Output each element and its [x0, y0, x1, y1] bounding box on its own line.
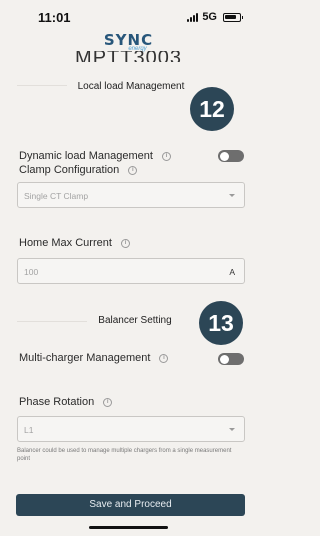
- balancer-helper-text: Balancer could be used to manage multipl…: [17, 448, 232, 462]
- home-max-placeholder: 100: [24, 267, 39, 277]
- save-and-proceed-button[interactable]: Save and Proceed: [16, 494, 245, 516]
- toggle-knob: [219, 151, 229, 161]
- home-indicator: [89, 526, 168, 529]
- home-max-input[interactable]: 100 A: [17, 258, 245, 284]
- toggle-knob: [219, 354, 229, 364]
- balancer-section-title: Balancer Setting: [98, 315, 172, 326]
- chevron-down-icon: [229, 428, 235, 431]
- battery-icon: [223, 12, 243, 22]
- info-icon[interactable]: i: [128, 165, 138, 175]
- status-indicators: 5G: [187, 11, 243, 23]
- phase-rotation-label: Phase Rotation: [19, 396, 95, 408]
- phase-rotation-select[interactable]: L1: [17, 416, 245, 442]
- info-icon[interactable]: i: [120, 238, 130, 248]
- home-max-label: Home Max Current: [19, 237, 112, 249]
- multi-charger-toggle[interactable]: [218, 353, 244, 365]
- dynamic-load-label: Dynamic load Management: [19, 150, 153, 162]
- chevron-down-icon: [229, 194, 235, 197]
- info-icon[interactable]: i: [159, 353, 169, 363]
- status-bar: 11:01 5G: [0, 0, 257, 30]
- section-divider-left: [17, 321, 87, 322]
- home-max-label-row: Home Max Current i: [19, 237, 130, 249]
- signal-icon: [187, 12, 199, 22]
- clamp-config-value: Single CT Clamp: [24, 191, 89, 201]
- logo-wordmark: SYNC: [103, 31, 154, 49]
- phase-rotation-value: L1: [24, 425, 34, 435]
- multi-charger-row: Multi-charger Management i: [19, 352, 169, 364]
- device-title: MPTT3003: [0, 51, 257, 62]
- clamp-config-label: Clamp Configuration: [19, 164, 120, 176]
- dynamic-load-row: Dynamic load Management i: [19, 150, 171, 162]
- step-badge-12: 12: [190, 87, 234, 131]
- device-title-text: MPTT3003: [75, 51, 182, 62]
- dynamic-load-toggle[interactable]: [218, 150, 244, 162]
- step-badge-13: 13: [199, 301, 243, 345]
- info-icon[interactable]: i: [103, 397, 113, 407]
- status-time: 11:01: [38, 10, 71, 25]
- section-divider-left: [17, 85, 67, 86]
- multi-charger-label: Multi-charger Management: [19, 352, 151, 364]
- local-load-section-title: Local load Management: [77, 81, 185, 92]
- network-label: 5G: [202, 11, 217, 23]
- brand-logo: SYNC energy: [0, 31, 257, 53]
- clamp-config-select[interactable]: Single CT Clamp: [17, 182, 245, 208]
- clamp-configuration-label-row: Clamp Configuration i: [19, 164, 138, 176]
- home-max-unit: A: [229, 267, 235, 277]
- info-icon[interactable]: i: [161, 151, 171, 161]
- phase-rotation-label-row: Phase Rotation i: [19, 396, 113, 408]
